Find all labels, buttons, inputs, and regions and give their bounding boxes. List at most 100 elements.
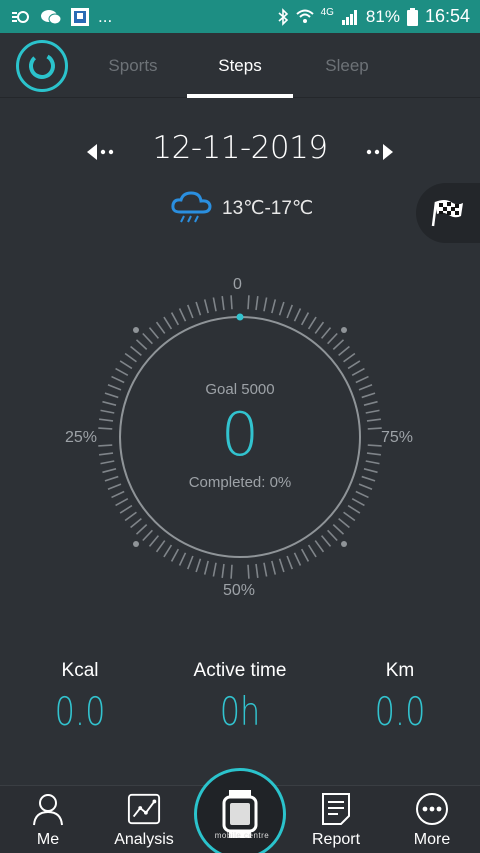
stat-active-time-value: 0h bbox=[219, 690, 261, 735]
dial-tick bbox=[212, 562, 217, 577]
stat-kcal-label: Kcal bbox=[61, 660, 99, 681]
dial-tick bbox=[307, 544, 317, 558]
network-type: 4G bbox=[320, 7, 334, 18]
dial-tick bbox=[155, 321, 166, 334]
dial-tick bbox=[361, 392, 376, 399]
dial-tick bbox=[320, 535, 332, 547]
dial-tick bbox=[278, 558, 285, 573]
dial-tick bbox=[358, 383, 373, 391]
tab-sleep[interactable]: Sleep bbox=[292, 33, 402, 98]
dial-tick bbox=[102, 400, 117, 406]
dial-tick bbox=[178, 552, 187, 566]
battery-icon bbox=[406, 7, 418, 26]
dial-tick bbox=[221, 296, 225, 311]
dial-tick bbox=[130, 517, 142, 529]
dial-tick bbox=[186, 555, 194, 570]
more-dots-icon bbox=[415, 792, 449, 826]
stat-km-label: Km bbox=[385, 660, 415, 681]
dial-tick bbox=[203, 560, 209, 575]
dial-tick bbox=[347, 504, 361, 514]
dial-tick bbox=[247, 295, 250, 310]
nav-analysis[interactable]: Analysis bbox=[96, 786, 192, 853]
dial-tick bbox=[102, 468, 117, 474]
dial-label-left: 25% bbox=[65, 429, 98, 446]
stat-active-time-label: Active time bbox=[193, 660, 287, 681]
nav-report[interactable]: Report bbox=[288, 786, 384, 853]
dial-tick bbox=[255, 563, 259, 578]
dial-tick bbox=[320, 327, 332, 339]
dial-tick bbox=[300, 312, 310, 326]
weather-info: 13℃-17℃ bbox=[170, 188, 313, 228]
nav-me[interactable]: Me bbox=[0, 786, 96, 853]
dial-tick bbox=[366, 418, 381, 422]
dial-tick bbox=[365, 460, 380, 465]
dial-tick bbox=[366, 452, 381, 456]
dial-tick bbox=[195, 558, 202, 573]
tab-steps[interactable]: Steps bbox=[185, 33, 295, 98]
dial-label-bottom: 50% bbox=[223, 582, 256, 599]
goal-flag-button[interactable] bbox=[416, 183, 480, 243]
active-tab-indicator bbox=[187, 94, 293, 98]
checkered-flag-icon bbox=[431, 200, 463, 227]
dial-tick bbox=[367, 427, 382, 430]
dial-tick bbox=[263, 297, 268, 312]
watermark-text: mobile centre bbox=[214, 831, 270, 840]
dial-tick bbox=[338, 517, 350, 529]
arrow-left-icon bbox=[87, 144, 114, 160]
chart-icon bbox=[127, 792, 161, 826]
app-icon bbox=[70, 7, 90, 27]
temperature-range: 13℃-17℃ bbox=[222, 197, 314, 219]
tab-sports[interactable]: Sports bbox=[78, 33, 188, 98]
stat-kcal-value: 0.0 bbox=[54, 690, 106, 735]
dial-tick bbox=[327, 332, 338, 345]
app-logo-icon[interactable] bbox=[16, 40, 68, 92]
dial-tick bbox=[355, 375, 369, 384]
dial-tick bbox=[107, 383, 122, 391]
dial-tick bbox=[107, 483, 122, 491]
dial-tick bbox=[367, 444, 382, 447]
previous-day-button[interactable] bbox=[82, 138, 122, 166]
dial-tick bbox=[135, 524, 148, 535]
dial-tick bbox=[347, 360, 361, 370]
system-status: 4G 81% 16:54 bbox=[277, 6, 470, 27]
status-bar: ... 4G 81% 16:54 bbox=[0, 0, 480, 33]
dial-tick bbox=[212, 297, 217, 312]
dial-dot-top-right bbox=[341, 327, 347, 333]
dial-tick bbox=[278, 301, 285, 316]
nav-more[interactable]: More bbox=[384, 786, 480, 853]
wifi-icon bbox=[295, 9, 314, 25]
dial-tick bbox=[148, 535, 160, 547]
dial-tick bbox=[255, 296, 259, 311]
goal-text: Goal 5000 bbox=[205, 381, 275, 398]
dial-tick bbox=[332, 524, 345, 535]
progress-indicator bbox=[236, 313, 244, 321]
dial-tick bbox=[230, 564, 233, 579]
dial-tick bbox=[271, 299, 277, 314]
dial-tick bbox=[119, 504, 133, 514]
dial-tick bbox=[203, 299, 209, 314]
dial-tick bbox=[104, 392, 119, 399]
document-icon bbox=[319, 792, 353, 826]
battery-percent: 81% bbox=[365, 6, 400, 26]
dial-label-top: 0 bbox=[233, 276, 242, 293]
dial-tick bbox=[271, 560, 277, 575]
dial-tick bbox=[100, 409, 115, 414]
stat-km: Km 0.0 bbox=[320, 660, 480, 735]
dial-tick bbox=[115, 367, 129, 377]
dial-tick bbox=[365, 409, 380, 414]
next-day-button[interactable] bbox=[358, 138, 398, 166]
dial-tick bbox=[124, 352, 137, 363]
dial-tick bbox=[119, 360, 133, 370]
dial-tick bbox=[99, 418, 114, 422]
dial-tick bbox=[307, 316, 317, 330]
dial-dot-bottom-left bbox=[133, 541, 139, 547]
dial-tick bbox=[135, 339, 148, 350]
nav-more-label: More bbox=[413, 831, 451, 848]
dial-tick bbox=[247, 564, 250, 579]
dial-tick bbox=[351, 497, 365, 507]
notification-area: ... bbox=[10, 7, 112, 27]
nav-report-label: Report bbox=[311, 831, 361, 848]
signal-icon bbox=[341, 9, 359, 25]
watch-center-button[interactable] bbox=[194, 768, 286, 853]
rain-cloud-icon bbox=[171, 191, 212, 223]
